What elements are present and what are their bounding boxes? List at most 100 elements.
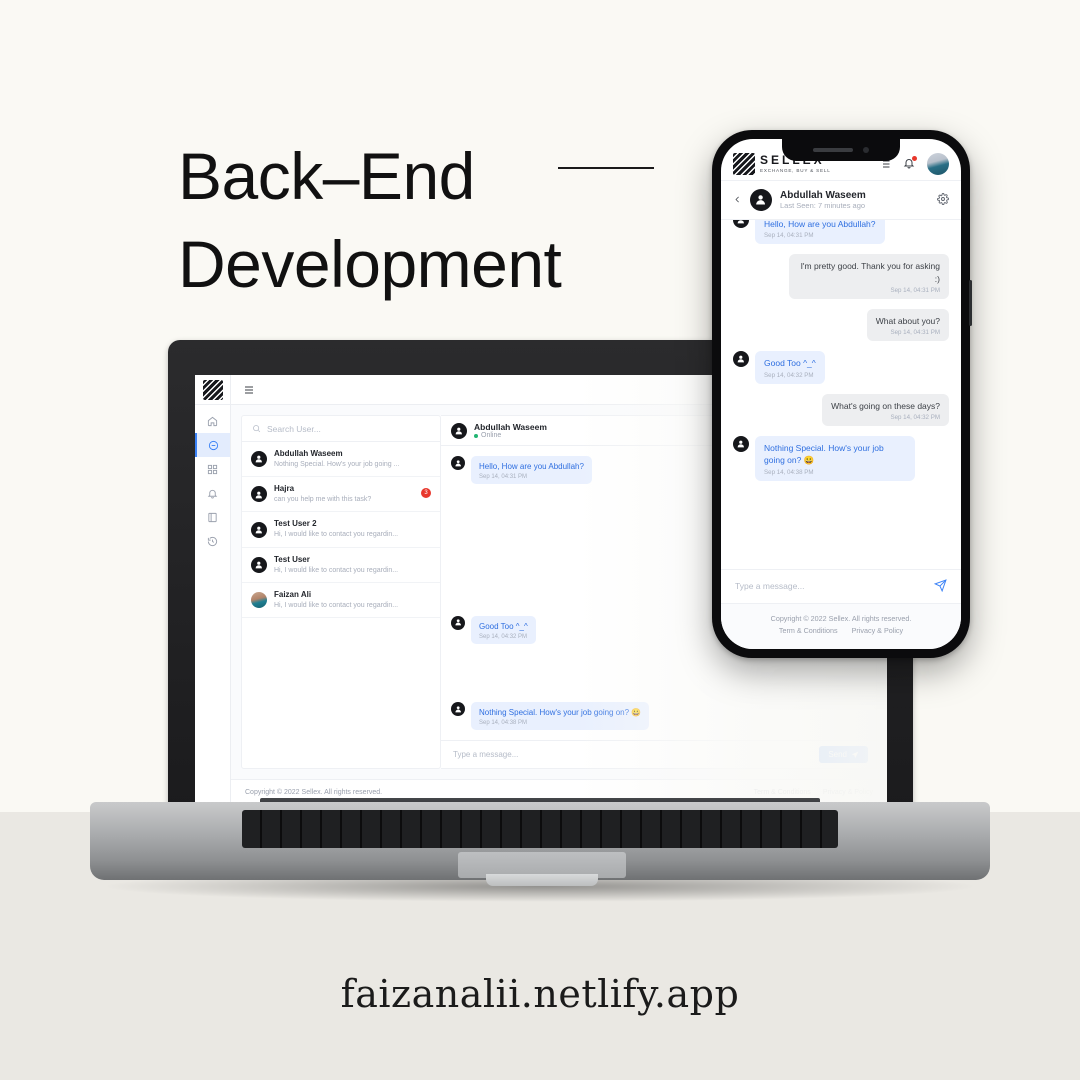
phone-side-button[interactable] (969, 280, 972, 326)
message-text: Good Too ^_^ (764, 358, 816, 369)
message-text: What about you? (875, 315, 940, 326)
sidebar-item-history[interactable] (195, 529, 230, 553)
message-bubble: Hello, How are you Abdullah? Sep 14, 04:… (471, 456, 592, 485)
chat-contact-name: Abdullah Waseem (474, 422, 547, 432)
send-button[interactable]: Send (819, 746, 868, 763)
message-timestamp: Sep 14, 04:32 PM (479, 633, 528, 640)
chevron-left-icon (735, 196, 739, 202)
message-row: What's going on these days? Sep 14, 04:3… (733, 393, 949, 426)
paper-plane-icon (933, 578, 947, 592)
search-input[interactable]: Search User... (242, 416, 440, 442)
list-item[interactable]: Faizan Ali Hi, I would like to contact y… (242, 583, 440, 619)
phone-frame: SELLEX EXCHANGE, BUY & SELL (712, 130, 970, 658)
laptop-front-notch (486, 874, 598, 886)
message-text: I'm pretty good. Thank you for asking :) (800, 261, 940, 284)
avatar[interactable] (927, 152, 949, 175)
avatar (750, 189, 772, 211)
privacy-link[interactable]: Privacy & Policy (852, 625, 904, 637)
contact-preview: can you help me with this task? (274, 496, 372, 504)
avatar (733, 351, 749, 368)
brand-tagline: EXCHANGE, BUY & SELL (760, 168, 831, 173)
online-dot-icon (474, 433, 478, 438)
avatar (451, 456, 465, 470)
sidebar-item-dashboard[interactable] (195, 457, 230, 481)
contact-name: Faizan Ali (274, 589, 312, 599)
gear-icon (937, 193, 949, 205)
avatar (451, 422, 467, 439)
headline-divider (558, 167, 654, 169)
message-row: Hello, How are you Abdullah? Sep 14, 04:… (733, 220, 949, 245)
paper-plane-icon (851, 751, 859, 758)
message-timestamp: Sep 14, 04:32 PM (764, 371, 814, 379)
message-timestamp: Sep 14, 04:31 PM (890, 286, 940, 294)
brand-logo[interactable] (195, 375, 231, 405)
phone-notch (782, 139, 900, 161)
settings-button[interactable] (937, 193, 949, 207)
contact-preview: Hi, I would like to contact you regardin… (274, 566, 399, 574)
contact-preview: Nothing Special. How's your job going ..… (274, 460, 400, 468)
sidebar-item-home[interactable] (195, 409, 230, 433)
notification-dot-icon (912, 155, 917, 161)
phone-speaker (813, 148, 853, 152)
privacy-link[interactable]: Privacy & Policy (823, 789, 873, 796)
message-text: Hello, How are you Abdullah? (764, 220, 876, 229)
search-placeholder: Search User... (267, 423, 321, 434)
message-row: What about you? Sep 14, 04:31 PM (733, 308, 949, 342)
send-button-label: Send (828, 750, 847, 759)
message-input[interactable]: Type a message... (735, 581, 926, 591)
message-timestamp: Sep 14, 04:31 PM (890, 329, 940, 337)
message-bubble: Good Too ^_^ Sep 14, 04:32 PM (755, 351, 825, 384)
avatar (451, 701, 465, 716)
message-bubble: I'm pretty good. Thank you for asking :)… (789, 254, 949, 299)
list-item[interactable]: Test User Hi, I would like to contact yo… (242, 548, 440, 583)
message-row: Good Too ^_^ Sep 14, 04:32 PM (733, 351, 949, 384)
message-timestamp: Sep 14, 04:32 PM (890, 413, 940, 421)
last-seen-text: Last Seen: 7 minutes ago (780, 201, 866, 210)
sidebar-item-notifications[interactable] (195, 481, 230, 505)
contact-name: Abdullah Waseem (274, 449, 343, 458)
message-text: Nothing Special. How's your job going on… (479, 707, 642, 717)
message-input[interactable]: Type a message... (453, 750, 811, 759)
headline-line-2: Development (178, 227, 562, 302)
message-bubble: Nothing Special. How's your job going on… (755, 435, 915, 481)
list-item[interactable]: Abdullah Waseem Nothing Special. How's y… (242, 442, 440, 478)
phone-chat-header: Abdullah Waseem Last Seen: 7 minutes ago (721, 181, 961, 220)
sidebar-item-chat[interactable] (195, 433, 230, 457)
message-bubble: Nothing Special. How's your job going on… (471, 701, 650, 730)
message-text: Good Too ^_^ (479, 621, 528, 631)
sidebar-item-listings[interactable] (195, 505, 230, 529)
chat-icon (208, 440, 219, 450)
list-toggle-icon[interactable] (243, 384, 255, 396)
message-timestamp: Sep 14, 04:38 PM (764, 468, 814, 476)
status-text: Online (481, 432, 502, 439)
phone-app-footer: Copyright © 2022 Sellex. All rights rese… (721, 602, 961, 649)
notifications-button[interactable] (903, 155, 917, 171)
message-bubble: Good Too ^_^ Sep 14, 04:32 PM (471, 615, 536, 644)
avatar (451, 615, 465, 630)
back-button[interactable] (733, 195, 742, 206)
avatar (251, 521, 267, 538)
message-row: I'm pretty good. Thank you for asking :)… (733, 254, 949, 299)
avatar (251, 592, 267, 609)
phone-camera-icon (863, 147, 869, 153)
sellex-logo-icon (733, 152, 755, 175)
message-text: What's going on these days? (831, 400, 940, 411)
copyright-text: Copyright © 2022 Sellex. All rights rese… (245, 789, 383, 796)
contact-list-panel: Search User... Abdullah Waseem Nothing S… (241, 415, 441, 769)
history-icon (207, 536, 218, 546)
message-bubble: What's going on these days? Sep 14, 04:3… (822, 393, 949, 426)
message-timestamp: Sep 14, 04:38 PM (479, 720, 528, 726)
terms-link[interactable]: Term & Conditions (754, 789, 811, 796)
message-row: Nothing Special. How's your job going on… (451, 701, 866, 730)
avatar (251, 556, 267, 573)
contact-name: Test User 2 (274, 519, 317, 529)
page-title: Back–End Development (178, 132, 698, 309)
send-button[interactable] (933, 578, 947, 594)
list-item[interactable]: Test User 2 Hi, I would like to contact … (242, 512, 440, 548)
contact-preview: Hi, I would like to contact you regardin… (274, 531, 399, 539)
phone-screen: SELLEX EXCHANGE, BUY & SELL (721, 139, 961, 649)
list-item[interactable]: Hajra can you help me with this task? 3 (242, 477, 440, 513)
contact-name: Test User (274, 554, 310, 564)
terms-link[interactable]: Term & Conditions (779, 625, 838, 637)
message-timestamp: Sep 14, 04:31 PM (764, 232, 814, 240)
